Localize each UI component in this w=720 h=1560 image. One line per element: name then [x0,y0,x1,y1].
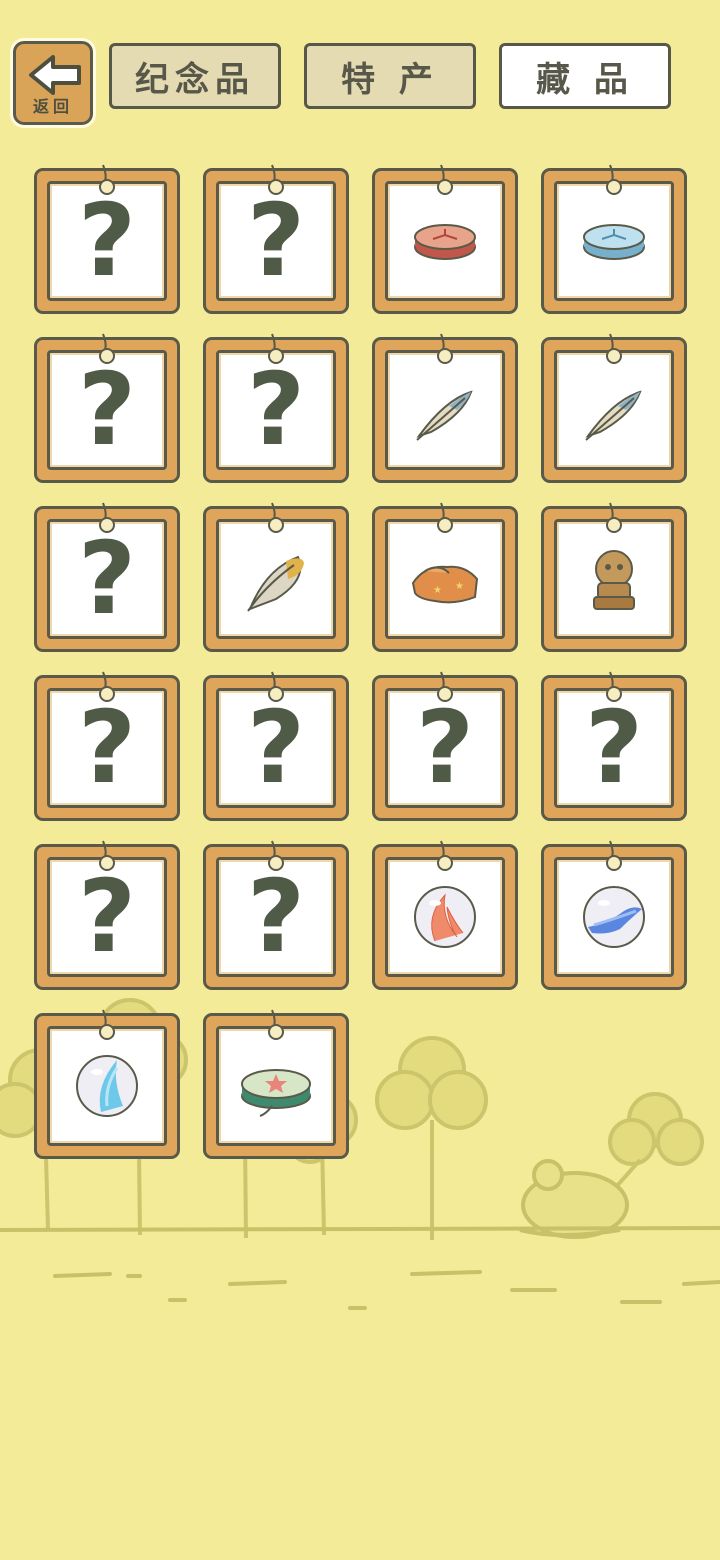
collection-card[interactable]: ? [203,671,349,821]
card-inner [554,857,674,977]
unknown-item-question-mark: ? [77,351,136,468]
red-coin-icon [414,224,476,260]
hook-icon [437,840,453,871]
hook-icon [606,840,622,871]
unknown-item-question-mark: ? [77,858,136,975]
hook-icon [99,671,115,702]
tab-souvenirs[interactable]: 纪念品 [109,43,281,109]
collection-card[interactable] [372,333,518,483]
collection-card[interactable] [541,164,687,314]
collection-card[interactable]: ? [34,164,180,314]
hook-icon [99,333,115,364]
card-inner [554,519,674,639]
red-marble-icon [414,886,476,948]
blue-marble-icon [583,886,645,948]
card-inner [554,350,674,470]
hook-icon [268,840,284,871]
card-inner: ? [47,857,167,977]
hook-icon [268,164,284,195]
stone-statue-icon [593,550,635,610]
unknown-item-question-mark: ? [246,182,305,299]
unknown-item-question-mark: ? [584,689,643,806]
collection-card[interactable] [34,1009,180,1159]
star-drum-icon [241,1069,311,1117]
star-cloth-icon: ★ ★ [411,565,479,604]
card-inner: ★ ★ [385,519,505,639]
card-inner: ? [47,181,167,301]
back-arrow-icon [29,55,81,95]
collection-card[interactable] [372,840,518,990]
collection-card[interactable]: ? [203,840,349,990]
hook-icon [99,502,115,533]
card-inner: ? [385,688,505,808]
blue-feather-icon [585,390,642,441]
hook-icon [437,671,453,702]
card-inner [385,350,505,470]
collection-card[interactable]: ? [34,840,180,990]
unknown-item-question-mark: ? [246,689,305,806]
card-inner: ? [216,688,336,808]
collection-card[interactable] [203,502,349,652]
unknown-item-question-mark: ? [246,858,305,975]
card-inner [47,1026,167,1146]
collection-card[interactable] [372,164,518,314]
cyan-marble-icon [76,1055,138,1117]
card-inner [554,181,674,301]
hook-icon [606,164,622,195]
collection-card[interactable]: ? [203,164,349,314]
collection-card[interactable]: ? [34,502,180,652]
card-inner: ? [47,519,167,639]
collection-card[interactable] [541,502,687,652]
unknown-item-question-mark: ? [77,689,136,806]
back-label: 返回 [32,97,73,116]
hook-icon [437,333,453,364]
collection-card[interactable] [541,840,687,990]
card-inner [216,519,336,639]
unknown-item-question-mark: ? [246,351,305,468]
hook-icon [268,671,284,702]
hook-icon [606,502,622,533]
card-inner [385,181,505,301]
card-inner: ? [47,688,167,808]
unknown-item-question-mark: ? [415,689,474,806]
unknown-item-question-mark: ? [77,520,136,637]
hook-icon [99,1009,115,1040]
hook-icon [99,840,115,871]
collection-card[interactable]: ? [372,671,518,821]
card-inner [385,857,505,977]
tab-collection[interactable]: 藏 品 [499,43,671,109]
collection-card[interactable]: ? [203,333,349,483]
unknown-item-question-mark: ? [77,182,136,299]
collection-grid: ????? ★ ★?????? [34,164,687,1159]
card-inner: ? [554,688,674,808]
blue-coin-icon [583,224,645,260]
hook-icon [437,164,453,195]
collection-card[interactable]: ? [541,671,687,821]
card-inner [216,1026,336,1146]
collection-card[interactable]: ? [34,333,180,483]
hook-icon [606,333,622,364]
card-inner: ? [216,350,336,470]
hook-icon [268,333,284,364]
hook-icon [99,164,115,195]
collection-card[interactable]: ★ ★ [372,502,518,652]
blue-feather-icon [416,390,473,441]
svg-text:★: ★ [433,585,442,596]
golden-feather-icon [247,555,304,612]
back-button[interactable]: 返回 [10,38,96,128]
card-inner: ? [216,857,336,977]
hook-icon [268,502,284,533]
hook-icon [606,671,622,702]
svg-text:★: ★ [455,581,464,592]
tab-specialties[interactable]: 特 产 [304,43,476,109]
card-inner: ? [216,181,336,301]
card-inner: ? [47,350,167,470]
hook-icon [437,502,453,533]
collection-card[interactable] [541,333,687,483]
collection-card[interactable]: ? [34,671,180,821]
hook-icon [268,1009,284,1040]
collection-card[interactable] [203,1009,349,1159]
